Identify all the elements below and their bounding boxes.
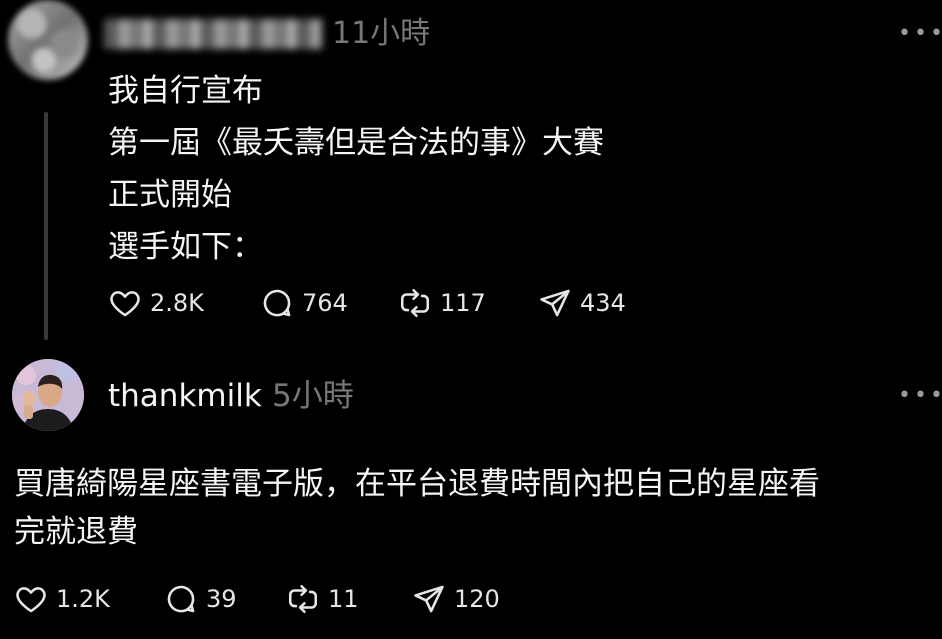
repost-icon [288, 584, 318, 614]
share-count: 120 [454, 585, 500, 613]
like-button[interactable]: 2.8K [108, 286, 260, 320]
user-avatar[interactable] [12, 359, 84, 431]
heart-icon [110, 291, 140, 317]
thread-connector-line [44, 112, 48, 340]
blurred-username[interactable] [104, 19, 322, 49]
threads-post-view: 11小時 ••• 我自行宣布 第一屆《最夭壽但是合法的事》大賽 正式開始 選手如… [0, 0, 942, 639]
comment-bubble-icon [263, 289, 291, 317]
share-button[interactable]: 434 [538, 286, 626, 320]
blurred-avatar[interactable] [8, 0, 88, 80]
reply-username[interactable]: thankmilk [108, 374, 262, 418]
post-body: 我自行宣布 第一屆《最夭壽但是合法的事》大賽 正式開始 選手如下： [108, 65, 728, 273]
more-options-icon[interactable]: ••• [898, 23, 942, 45]
send-icon [414, 585, 444, 613]
share-button[interactable]: 120 [412, 582, 500, 616]
like-button[interactable]: 1.2K [14, 582, 164, 616]
post-text-line: 選手如下： [108, 229, 263, 265]
repost-icon [400, 288, 430, 318]
repost-button[interactable]: 117 [398, 286, 538, 320]
comment-button[interactable]: 764 [260, 286, 398, 320]
post-action-bar: 2.8K 764 117 434 [108, 286, 626, 320]
avatar-photo [12, 359, 84, 431]
repost-count: 11 [328, 585, 359, 613]
like-count: 2.8K [150, 289, 204, 317]
comment-count: 764 [302, 289, 348, 317]
reply-body: 買唐綺陽星座書電子版，在平台退費時間內把自己的星座看 完就退費 [14, 460, 914, 556]
reply-text-line: 完就退費 [14, 514, 138, 550]
comment-count: 39 [206, 585, 237, 613]
send-icon [540, 289, 570, 317]
post-timestamp: 11小時 [332, 16, 431, 51]
reply-action-bar: 1.2K 39 11 120 [14, 582, 500, 616]
reply-timestamp: 5小時 [272, 378, 354, 414]
post-text-line: 正式開始 [108, 177, 232, 213]
like-count: 1.2K [56, 585, 110, 613]
share-count: 434 [580, 289, 626, 317]
post-text-line: 我自行宣布 [108, 73, 263, 109]
repost-button[interactable]: 11 [286, 582, 412, 616]
reply-text-line: 買唐綺陽星座書電子版，在平台退費時間內把自己的星座看 [14, 466, 820, 502]
heart-icon [16, 587, 46, 613]
post-text-line: 第一屆《最夭壽但是合法的事》大賽 [108, 125, 604, 161]
more-options-icon[interactable]: ••• [898, 385, 942, 407]
comment-bubble-icon [167, 585, 195, 613]
repost-count: 117 [440, 289, 486, 317]
comment-button[interactable]: 39 [164, 582, 286, 616]
